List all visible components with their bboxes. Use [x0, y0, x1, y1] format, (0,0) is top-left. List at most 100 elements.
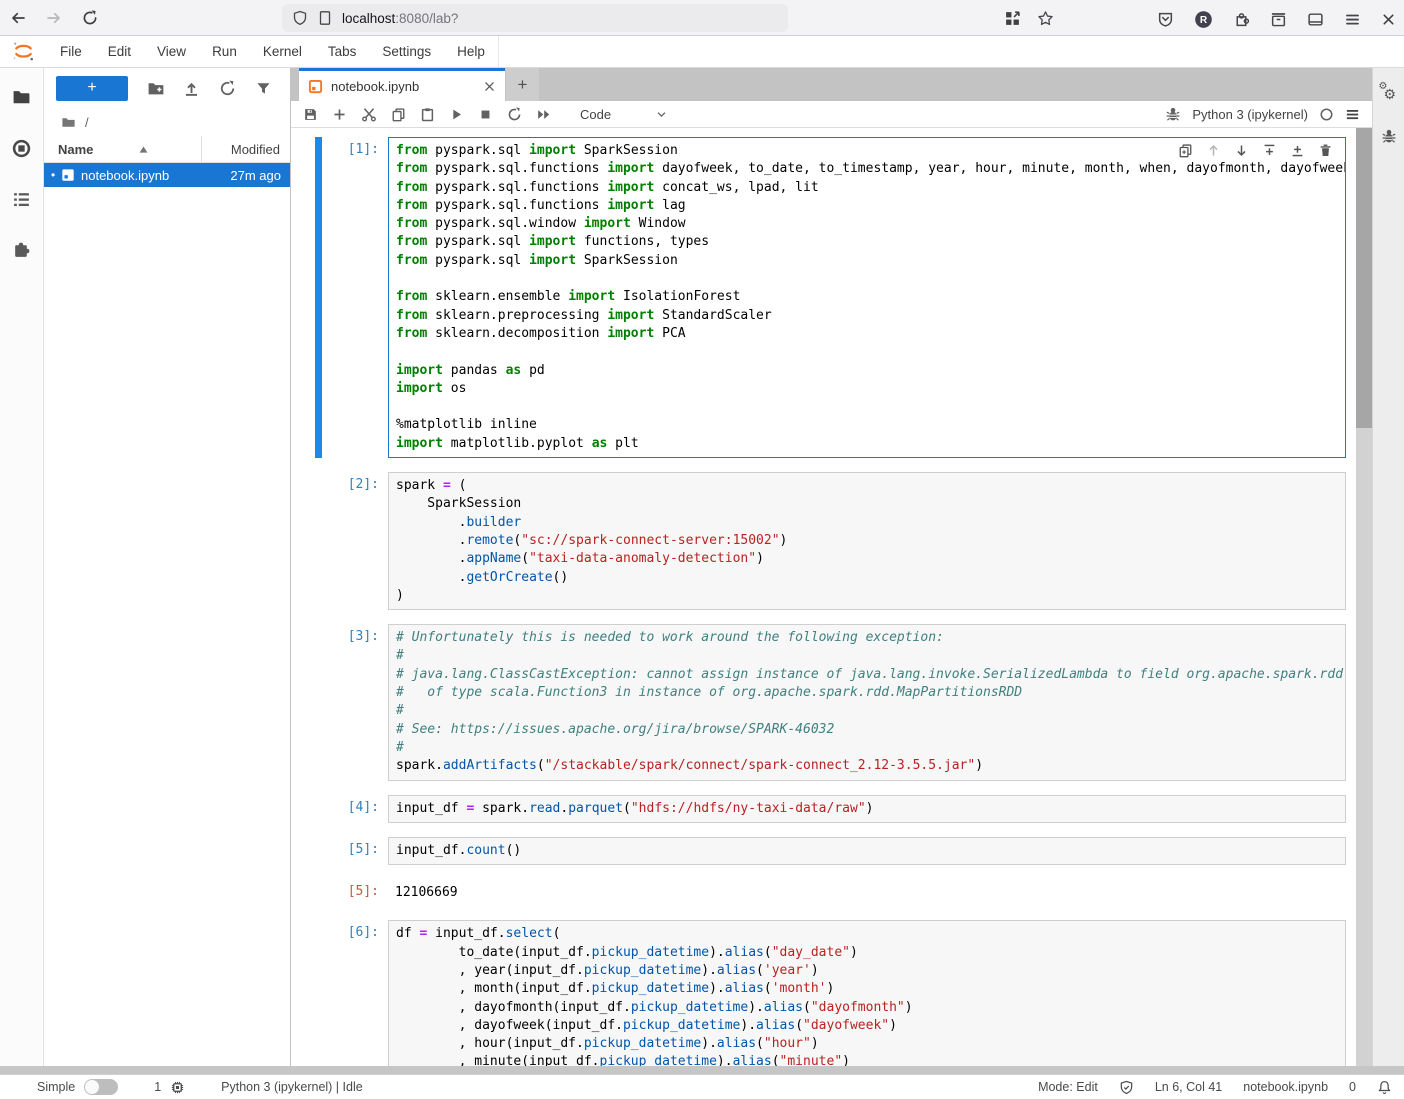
run-cell-icon[interactable] [449, 107, 464, 122]
code-line[interactable]: import matplotlib.pyplot as plt [396, 435, 1345, 453]
code-line[interactable]: input_df.count() [396, 842, 1345, 860]
code-line[interactable]: spark.addArtifacts("/stackable/spark/con… [396, 757, 1345, 775]
forward-icon[interactable] [46, 10, 62, 26]
new-folder-icon[interactable] [147, 80, 164, 97]
code-line[interactable]: import os [396, 380, 1345, 398]
cell-editor[interactable]: df = input_df.select( to_date(input_df.p… [388, 920, 1346, 1066]
refresh-icon[interactable] [219, 80, 236, 97]
cell-collapser[interactable] [315, 837, 322, 865]
tab-close-icon[interactable] [483, 80, 496, 93]
cell-editor[interactable]: spark = ( SparkSession .builder .remote(… [388, 472, 1346, 610]
code-line[interactable]: # [396, 702, 1345, 720]
trust-shield-icon[interactable] [1119, 1080, 1134, 1095]
running-sessions-icon[interactable] [12, 139, 31, 158]
restart-kernel-icon[interactable] [507, 107, 522, 122]
notebook-scrollbar[interactable] [1356, 128, 1372, 1066]
code-line[interactable] [396, 270, 1345, 288]
code-line[interactable] [396, 398, 1345, 416]
window-close-icon[interactable] [1381, 12, 1396, 27]
new-launcher-button[interactable]: + [56, 76, 128, 101]
code-line[interactable]: .builder [396, 514, 1345, 532]
cell-collapser[interactable] [315, 472, 322, 610]
new-tab-button[interactable]: + [506, 68, 539, 101]
file-browser-tab-icon[interactable] [12, 88, 31, 107]
url-bar[interactable]: localhost:8080/lab? [282, 4, 788, 32]
insert-cell-above-icon[interactable] [1262, 143, 1277, 158]
kernel-status-text[interactable]: Python 3 (ipykernel) | Idle [221, 1080, 363, 1094]
cell-collapser[interactable] [315, 624, 322, 780]
shield-permissions-icon[interactable] [292, 10, 308, 26]
menu-kernel[interactable]: Kernel [250, 36, 315, 67]
code-line[interactable]: # [396, 647, 1345, 665]
bookmark-star-icon[interactable] [1037, 10, 1054, 27]
delete-cell-icon[interactable] [1318, 143, 1333, 158]
interrupt-kernel-icon[interactable] [478, 107, 493, 122]
menu-file[interactable]: File [47, 36, 95, 67]
cell-editor[interactable]: input_df.count() [388, 837, 1346, 865]
code-line[interactable]: # [396, 739, 1345, 757]
menu-edit[interactable]: Edit [95, 36, 144, 67]
cell-collapser[interactable] [315, 879, 322, 906]
reload-icon[interactable] [82, 10, 98, 26]
menu-tabs[interactable]: Tabs [315, 36, 370, 67]
duplicate-cell-icon[interactable] [1178, 143, 1193, 158]
cell-collapser[interactable] [315, 795, 322, 823]
code-line[interactable]: , dayofweek(input_df.pickup_datetime).al… [396, 1017, 1345, 1035]
account-avatar[interactable]: R [1194, 10, 1213, 29]
code-line[interactable]: %matplotlib inline [396, 416, 1345, 434]
code-line[interactable]: # of type scala.Function3 in instance of… [396, 684, 1345, 702]
code-line[interactable]: from pyspark.sql.functions import concat… [396, 179, 1345, 197]
insert-cell-below-icon[interactable] [1290, 143, 1305, 158]
add-cell-icon[interactable] [332, 107, 347, 122]
home-folder-icon[interactable] [61, 115, 76, 130]
cursor-position[interactable]: Ln 6, Col 41 [1155, 1080, 1222, 1094]
output-area[interactable]: [5]:12106669 [291, 879, 1356, 906]
breadcrumb[interactable]: / [44, 108, 290, 136]
debugger-icon[interactable] [1165, 106, 1181, 122]
code-line[interactable]: df = input_df.select( [396, 925, 1345, 943]
notification-count[interactable]: 0 [1349, 1080, 1356, 1094]
code-cell[interactable]: [5]:input_df.count() [291, 837, 1356, 865]
property-inspector-icon[interactable]: ⚙⚙ [1379, 84, 1399, 102]
breadcrumb-root[interactable]: / [85, 115, 89, 130]
extensions-icon[interactable] [1233, 11, 1250, 28]
table-of-contents-icon[interactable] [12, 190, 31, 209]
menu-view[interactable]: View [144, 36, 199, 67]
screenshot-grid-icon[interactable] [1004, 10, 1021, 27]
code-line[interactable]: from pyspark.sql import SparkSession [396, 252, 1345, 270]
code-line[interactable]: import pandas as pd [396, 362, 1345, 380]
tab-notebook[interactable]: notebook.ipynb [299, 68, 505, 101]
kernel-status-icon[interactable] [1319, 107, 1334, 122]
code-cell[interactable]: [1]:from pyspark.sql import SparkSession… [291, 137, 1356, 458]
code-line[interactable]: # See: https://issues.apache.org/jira/br… [396, 721, 1345, 739]
code-line[interactable]: to_date(input_df.pickup_datetime).alias(… [396, 944, 1345, 962]
cell-collapser[interactable] [315, 137, 322, 458]
debugger-sidebar-icon[interactable] [1381, 128, 1397, 144]
kernel-name[interactable]: Python 3 (ipykernel) [1192, 107, 1308, 122]
library-icon[interactable] [1270, 11, 1287, 28]
upload-icon[interactable] [183, 80, 200, 97]
code-line[interactable]: from sklearn.preprocessing import Standa… [396, 307, 1345, 325]
code-line[interactable]: from sklearn.ensemble import IsolationFo… [396, 288, 1345, 306]
code-cell[interactable]: [6]:df = input_df.select( to_date(input_… [291, 920, 1356, 1066]
cut-cells-icon[interactable] [361, 106, 377, 122]
file-row-notebook[interactable]: • notebook.ipynb 27m ago [44, 163, 290, 187]
code-line[interactable]: input_df = spark.read.parquet("hdfs://hd… [396, 800, 1345, 818]
code-line[interactable]: from pyspark.sql import functions, types [396, 233, 1345, 251]
move-cell-down-icon[interactable] [1234, 143, 1249, 158]
code-line[interactable]: .getOrCreate() [396, 569, 1345, 587]
copy-cells-icon[interactable] [391, 107, 406, 122]
code-line[interactable]: .remote("sc://spark-connect-server:15002… [396, 532, 1345, 550]
simple-mode-toggle[interactable] [84, 1079, 118, 1095]
pocket-icon[interactable] [1157, 11, 1174, 28]
code-cell[interactable]: [4]:input_df = spark.read.parquet("hdfs:… [291, 795, 1356, 823]
statusbar-filename[interactable]: notebook.ipynb [1243, 1080, 1328, 1094]
code-line[interactable]: , year(input_df.pickup_datetime).alias('… [396, 962, 1345, 980]
code-line[interactable]: # Unfortunately this is needed to work a… [396, 629, 1345, 647]
code-line[interactable]: from pyspark.sql.functions import dayofw… [396, 160, 1345, 178]
back-icon[interactable] [10, 10, 26, 26]
toolbar-overflow-icon[interactable] [1345, 107, 1360, 122]
bell-icon[interactable] [1377, 1080, 1392, 1095]
menu-help[interactable]: Help [444, 36, 499, 67]
kernel-chip-icon[interactable] [170, 1080, 185, 1095]
